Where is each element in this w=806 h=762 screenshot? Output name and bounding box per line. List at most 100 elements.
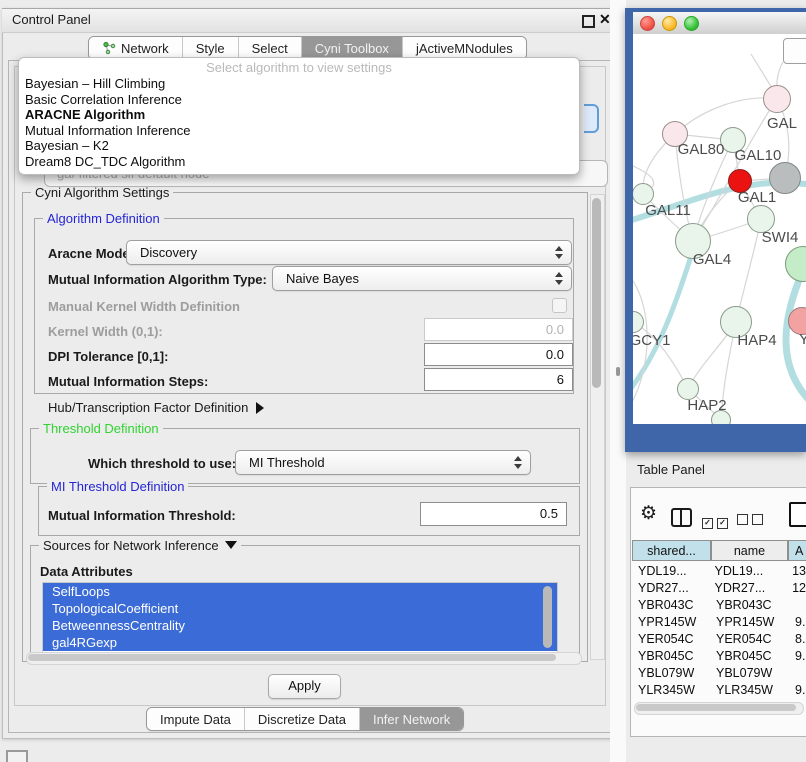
gear-icon[interactable]: ⚙ <box>640 504 657 524</box>
column-header-clipped[interactable]: A <box>788 540 806 561</box>
algorithm-popup-item[interactable]: Basic Correlation Inference <box>19 92 579 108</box>
attribute-list-item[interactable]: SelfLoops <box>43 583 557 600</box>
close-icon[interactable]: ✕ <box>599 11 611 28</box>
tab-cyni-toolbox-label: Cyni Toolbox <box>315 41 389 56</box>
control-panel-titlebar[interactable] <box>2 8 618 33</box>
table-cell: 9. <box>789 649 806 663</box>
table-cell: YER054C <box>712 632 789 646</box>
algorithm-popup-item[interactable]: Bayesian – K2 <box>19 138 579 154</box>
table-cell: YBR045C <box>712 649 789 663</box>
attribute-list-item[interactable]: gal4RGexp <box>43 634 557 651</box>
hub-section-label: Hub/Transcription Factor Definition <box>48 400 248 415</box>
tab-infer-network[interactable]: Infer Network <box>360 708 463 730</box>
network-node-label: HAP4 <box>737 332 776 349</box>
network-node[interactable] <box>763 85 791 113</box>
network-node-label: Y <box>799 331 806 348</box>
settings-scrollbar-thumb[interactable] <box>592 198 601 388</box>
table-cell: 13 <box>786 564 806 578</box>
tab-impute-data[interactable]: Impute Data <box>147 708 245 730</box>
zoom-traffic-light[interactable] <box>684 16 699 31</box>
column-header-shared[interactable]: shared... <box>632 540 711 561</box>
which-threshold-label: Which threshold to use: <box>88 456 236 471</box>
deselect-all-columns-icon[interactable] <box>737 512 767 530</box>
select-all-columns-icon[interactable]: ✓✓ <box>702 512 732 530</box>
attribute-list-item[interactable]: BetweennessCentrality <box>43 617 557 634</box>
manual-kernel-checkbox[interactable] <box>552 298 567 313</box>
algorithm-popup-item[interactable]: Bayesian – Hill Climbing <box>19 76 579 92</box>
mi-threshold-field[interactable]: 0.5 <box>420 502 567 526</box>
tab-style[interactable]: Style <box>183 37 239 59</box>
table-row[interactable]: YDR27...YDR27...12 <box>632 579 806 596</box>
attributes-scrollbar-thumb[interactable] <box>543 586 552 648</box>
table-cell: YLR345W <box>632 683 712 697</box>
column-header-name[interactable]: name <box>711 540 788 561</box>
table-cell: YDR27... <box>632 581 711 595</box>
attribute-list-item[interactable]: TopologicalCoefficient <box>43 600 557 617</box>
mi-type-combo[interactable]: Naive Bayes <box>272 266 572 291</box>
dpi-tolerance-field[interactable]: 0.0 <box>424 343 573 366</box>
minimize-traffic-light[interactable] <box>662 16 677 31</box>
threshold-definition-title: Threshold Definition <box>39 421 163 436</box>
table-hscrollbar-thumb[interactable] <box>636 704 796 711</box>
table-cell: YBL079W <box>712 666 789 680</box>
mi-steps-field[interactable]: 6 <box>424 368 573 391</box>
tab-impute-data-label: Impute Data <box>160 712 231 727</box>
network-view-titlebar[interactable] <box>633 12 806 35</box>
dpi-tolerance-label: DPI Tolerance [0,1]: <box>48 349 168 364</box>
algorithm-popup-item[interactable]: Dream8 DC_TDC Algorithm <box>19 154 579 170</box>
tab-network-label: Network <box>121 41 169 56</box>
control-panel-title: Control Panel <box>12 12 91 27</box>
panel-divider[interactable] <box>610 0 626 762</box>
settings-hscrollbar-thumb[interactable] <box>28 654 556 661</box>
table-cell: 12 <box>786 581 806 595</box>
birdseye-box[interactable] <box>783 38 806 64</box>
table-cell: YPR145W <box>632 615 712 629</box>
table-row[interactable]: YPR145WYPR145W9. <box>632 613 806 630</box>
close-traffic-light[interactable] <box>640 16 655 31</box>
combo-spinner-icon <box>514 455 523 470</box>
clipped-corner-widget <box>6 750 28 762</box>
tab-network[interactable]: Network <box>89 37 183 59</box>
apply-button[interactable]: Apply <box>268 674 341 699</box>
table-cell: 9. <box>789 615 806 629</box>
tab-discretize-data[interactable]: Discretize Data <box>245 708 360 730</box>
float-window-icon[interactable] <box>582 15 595 28</box>
focused-combo-fragment[interactable] <box>584 104 599 133</box>
which-threshold-combo[interactable]: MI Threshold <box>235 450 531 475</box>
algorithm-popup-list: Bayesian – Hill ClimbingBasic Correlatio… <box>19 76 579 169</box>
tab-jactivemnodules[interactable]: jActiveMNodules <box>403 37 526 59</box>
bottom-tabbar: Impute Data Discretize Data Infer Networ… <box>146 707 464 731</box>
tab-jactivemnodules-label: jActiveMNodules <box>416 41 513 56</box>
mi-threshold-title: MI Threshold Definition <box>47 479 188 494</box>
tab-infer-network-label: Infer Network <box>373 712 450 727</box>
data-attributes-label: Data Attributes <box>40 564 133 579</box>
table-cell: YBL079W <box>632 666 712 680</box>
mi-type-value: Naive Bayes <box>286 267 359 290</box>
network-node-label: GAL <box>767 115 797 132</box>
tab-select[interactable]: Select <box>239 37 302 59</box>
table-row[interactable]: YDL19...YDL19...13 <box>632 562 806 579</box>
hub-section-toggle[interactable]: Hub/Transcription Factor Definition <box>48 400 264 415</box>
split-columns-icon[interactable] <box>671 508 692 527</box>
algorithm-popup-item[interactable]: Mutual Information Inference <box>19 123 579 139</box>
cyni-algorithm-settings-title: Cyni Algorithm Settings <box>31 185 173 200</box>
table-row[interactable]: YLR345WYLR345W9. <box>632 681 806 698</box>
network-node-label: GAL1 <box>738 189 776 206</box>
table-cell: 9. <box>789 683 806 697</box>
kernel-width-field[interactable]: 0.0 <box>424 318 573 341</box>
export-table-icon[interactable] <box>789 502 806 527</box>
tab-cyni-toolbox[interactable]: Cyni Toolbox <box>302 37 403 59</box>
table-row[interactable]: YBR043CYBR043C <box>632 596 806 613</box>
table-row[interactable]: YER054CYER054C8. <box>632 630 806 647</box>
divider-handle-icon[interactable] <box>616 367 620 376</box>
network-node-label: GAL80 <box>678 141 725 158</box>
table-cell: YDL19... <box>632 564 711 578</box>
table-row[interactable]: YBR045CYBR045C9. <box>632 647 806 664</box>
network-canvas[interactable]: GALGAL80GAL10GAL1GAL11SWI4GAL4GCY1HAP4YH… <box>633 34 806 424</box>
algorithm-popup-item[interactable]: ARACNE Algorithm <box>19 107 579 123</box>
aracne-mode-combo[interactable]: Discovery <box>126 240 572 265</box>
table-row[interactable]: YBL079WYBL079W <box>632 664 806 681</box>
table-cell: YER054C <box>632 632 712 646</box>
tab-style-label: Style <box>196 41 225 56</box>
sources-title[interactable]: Sources for Network Inference <box>39 538 241 553</box>
